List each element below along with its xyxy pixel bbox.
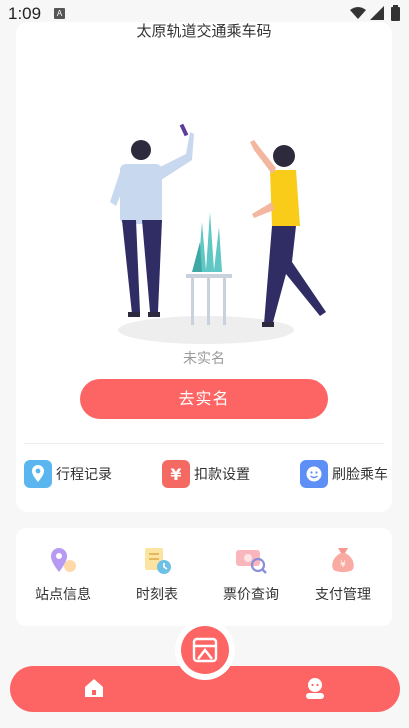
verification-status: 未实名 <box>183 351 225 367</box>
service-label: 时刻表 <box>136 587 178 603</box>
services-card: 站点信息 时刻表 票价查询 ¥ 支付管理 <box>16 528 392 626</box>
page-title: 太原轨道交通乘车码 <box>136 22 272 40</box>
quick-action-label: 刷脸乘车 <box>332 467 388 483</box>
quick-action-label: 扣款设置 <box>194 467 250 483</box>
service-label: 站点信息 <box>35 587 91 603</box>
verify-identity-button[interactable]: 去实名 <box>80 379 328 419</box>
ticket-search-icon <box>233 544 269 576</box>
status-time: 1:09 <box>8 4 42 23</box>
service-station-info[interactable]: 站点信息 <box>18 544 108 604</box>
quick-action-label: 行程记录 <box>56 467 112 483</box>
face-icon <box>300 460 328 488</box>
quick-action-deduction-settings[interactable]: ¥ 扣款设置 <box>162 460 250 488</box>
notification-a-icon: A <box>54 8 65 19</box>
service-payment-management[interactable]: ¥ 支付管理 <box>298 544 388 604</box>
quick-action-trip-records[interactable]: 行程记录 <box>24 460 112 488</box>
service-timetable[interactable]: 时刻表 <box>112 544 202 604</box>
ride-code-card: 太原轨道交通乘车码 未实名 去实名 行程记录 ¥ 扣款设置 刷脸乘车 <box>16 22 392 512</box>
service-label: 支付管理 <box>315 587 371 603</box>
cell-signal-icon <box>370 6 384 20</box>
wifi-icon <box>350 7 366 19</box>
home-icon <box>85 679 103 697</box>
tab-profile[interactable] <box>303 676 327 700</box>
svg-text:¥: ¥ <box>340 560 346 570</box>
ticket-qrcode-icon <box>192 637 218 663</box>
service-fare-inquiry[interactable]: 票价查询 <box>206 544 296 604</box>
divider <box>24 443 384 444</box>
tab-ride-code[interactable] <box>181 626 229 674</box>
location-pin-icon <box>24 460 52 488</box>
station-pin-icon <box>45 544 81 576</box>
user-icon <box>306 678 324 699</box>
tab-home[interactable] <box>82 676 106 700</box>
schedule-icon <box>139 544 175 576</box>
yen-icon: ¥ <box>162 460 190 488</box>
money-bag-icon: ¥ <box>325 544 361 576</box>
service-label: 票价查询 <box>223 587 279 603</box>
illustration-image <box>110 123 326 344</box>
battery-icon <box>391 5 400 21</box>
quick-action-face-ride[interactable]: 刷脸乘车 <box>300 460 388 488</box>
